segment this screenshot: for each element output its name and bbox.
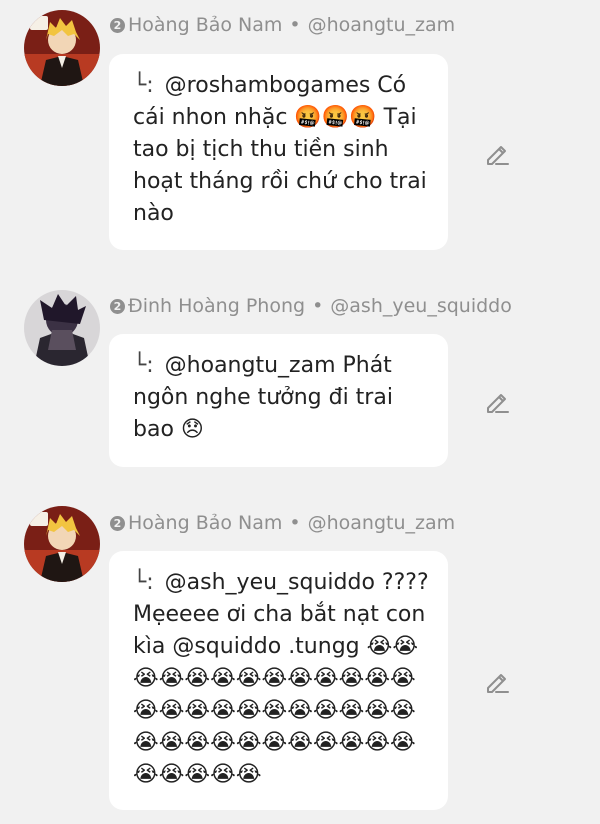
separator-dot: • <box>312 295 324 317</box>
author-handle[interactable]: @ash_yeu_squiddo <box>330 295 512 317</box>
author-name[interactable]: Đinh Hoàng Phong <box>128 295 305 317</box>
avatar[interactable] <box>24 506 100 582</box>
rank-badge: 2 <box>110 298 125 314</box>
pencil-icon <box>487 146 509 165</box>
comment-header: 2 Hoàng Bảo Nam • @hoangtu_zam <box>110 512 455 534</box>
edit-icon[interactable] <box>484 388 510 414</box>
separator-dot: • <box>289 512 301 534</box>
comment-header: 2 Đinh Hoàng Phong • @ash_yeu_squiddo <box>110 295 512 317</box>
dark-avatar-icon <box>24 290 100 366</box>
comment-text: @roshambogames Có cái nhon nhặc 🤬🤬🤬 Tại … <box>133 73 427 226</box>
comment-bubble[interactable]: └: @hoangtu_zam Phát ngôn nghe tưởng đi … <box>109 334 448 467</box>
anime-avatar-icon <box>24 10 100 86</box>
author-name[interactable]: Hoàng Bảo Nam <box>128 512 282 534</box>
author-name[interactable]: Hoàng Bảo Nam <box>128 14 282 36</box>
reply-arrow-icon: └: <box>133 570 154 595</box>
pencil-icon <box>487 394 509 413</box>
comment-header: 2 Hoàng Bảo Nam • @hoangtu_zam <box>110 14 455 36</box>
comment-text: @ash_yeu_squiddo ???? Mẹeeee ơi cha bắt … <box>133 570 429 787</box>
reply-arrow-icon: └: <box>133 73 154 98</box>
edit-icon[interactable] <box>484 668 510 694</box>
anime-avatar-icon <box>24 506 100 582</box>
comment-bubble[interactable]: └: @roshambogames Có cái nhon nhặc 🤬🤬🤬 T… <box>109 54 448 250</box>
avatar[interactable] <box>24 290 100 366</box>
separator-dot: • <box>289 14 301 36</box>
author-handle[interactable]: @hoangtu_zam <box>308 14 456 36</box>
rank-badge: 2 <box>110 515 125 531</box>
pencil-icon <box>487 674 509 693</box>
comment-text: @hoangtu_zam Phát ngôn nghe tưởng đi tra… <box>133 353 393 442</box>
edit-icon[interactable] <box>484 140 510 166</box>
reply-arrow-icon: └: <box>133 353 154 378</box>
comment-bubble[interactable]: └: @ash_yeu_squiddo ???? Mẹeeee ơi cha b… <box>109 551 448 810</box>
rank-badge: 2 <box>110 17 125 33</box>
avatar[interactable] <box>24 10 100 86</box>
author-handle[interactable]: @hoangtu_zam <box>308 512 456 534</box>
